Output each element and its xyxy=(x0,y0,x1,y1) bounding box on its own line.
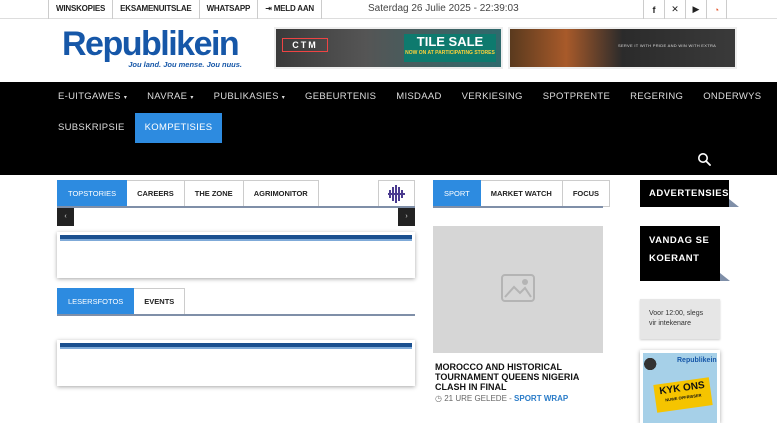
today-heading-line2: KOERANT xyxy=(649,253,700,264)
nav-item-onderwys[interactable]: ONDERWYS xyxy=(693,82,771,112)
promo-badge: KYK ONS NUWE OPFRISSER xyxy=(653,377,713,413)
date-time: Saterdag 26 Julie 2025 - 22:39:03 xyxy=(368,3,519,14)
ads-heading-text: ADVERTENSIES xyxy=(649,188,729,199)
ad-subline: NOW ON AT PARTICIPATING STORES xyxy=(405,50,495,56)
nav-item-e-uitgawes[interactable]: E-UITGAWES ▾ xyxy=(48,82,137,112)
ad-brand: CTM xyxy=(282,38,328,52)
main-nav: E-UITGAWES ▾ NAVRAE ▾ PUBLIKASIES ▾ GEBEURT… xyxy=(0,82,777,175)
tab-agrimonitor[interactable]: AGRIMONITOR xyxy=(243,180,319,207)
topstories-card[interactable] xyxy=(57,232,415,278)
banner-ad-ctm[interactable]: CTM TILE SALE NOW ON AT PARTICIPATING STO… xyxy=(276,29,501,67)
tab-the-zone[interactable]: THE ZONE xyxy=(184,180,244,207)
nav-item-misdaad[interactable]: MISDAAD xyxy=(386,82,451,112)
nav-row-2: SUBSKRIPSIE KOMPETISIES xyxy=(48,113,223,143)
nav-item-navrae[interactable]: NAVRAE ▾ xyxy=(137,82,203,112)
article-category[interactable]: SPORT WRAP xyxy=(514,394,568,403)
sport-tabs-underline xyxy=(433,206,603,208)
x-icon[interactable]: ✕ xyxy=(664,0,685,19)
ads-heading: ADVERTENSIES xyxy=(640,180,739,207)
card-header-bar xyxy=(60,343,412,349)
tab-events[interactable]: EVENTS xyxy=(134,288,186,315)
social-links: f ✕ ▶ ◔ xyxy=(643,0,727,19)
chevron-down-icon: ▾ xyxy=(281,95,286,101)
nav-label: NAVRAE xyxy=(147,91,188,102)
top-bar: WINSKOPIES EKSAMENUITSLAE WHATSAPP ⇥ MEL… xyxy=(0,0,777,19)
image-placeholder-icon xyxy=(501,274,535,302)
promo-splash xyxy=(640,353,667,375)
tabs-underline xyxy=(57,206,415,208)
tab-market-watch[interactable]: MARKET WATCH xyxy=(480,180,563,207)
nav-item-kompetisies[interactable]: KOMPETISIES xyxy=(134,113,223,143)
meta-separator: - xyxy=(506,394,515,403)
chevron-down-icon: ▾ xyxy=(190,95,194,101)
topstories-tabs: TOPSTORIES CAREERS THE ZONE AGRIMONITOR xyxy=(57,180,319,207)
top-link-winskopies[interactable]: WINSKOPIES xyxy=(48,0,112,19)
login-icon: ⇥ xyxy=(265,4,274,13)
ad2-text: SERVE IT WITH PRIDE AND WIN WITH EXTRA xyxy=(618,43,717,48)
readers-card[interactable] xyxy=(57,340,415,386)
heading-corner xyxy=(729,199,739,207)
promo-logo: Republikein xyxy=(677,357,717,364)
slider-next-button[interactable]: › xyxy=(398,208,415,226)
sport-tabs: SPORT MARKET WATCH FOCUS xyxy=(433,180,611,207)
nav-item-regering[interactable]: REGERING xyxy=(620,82,693,112)
newspaper-promo[interactable]: Republikein KYK ONS NUWE OPFRISSER xyxy=(640,350,720,423)
readers-tabs-underline xyxy=(57,314,415,316)
tab-lesersfotos[interactable]: LESERSFOTOS xyxy=(57,288,135,315)
top-link-whatsapp[interactable]: WHATSAPP xyxy=(198,0,258,19)
subscriber-notice: Voor 12:00, slegs vir intekenare xyxy=(640,299,720,339)
nav-item-verkiesing[interactable]: VERKIESING xyxy=(452,82,533,112)
nav-item-subskripsie[interactable]: SUBSKRIPSIE xyxy=(48,113,135,143)
promo-image: Republikein KYK ONS NUWE OPFRISSER xyxy=(640,353,717,423)
nav-item-spotprente[interactable]: SPOTPRENTE xyxy=(533,82,620,112)
nav-label: PUBLIKASIES xyxy=(213,91,279,102)
readers-tabs: LESERSFOTOS EVENTS xyxy=(57,288,186,315)
card-header-bar xyxy=(60,235,412,241)
clock-icon: ◷ xyxy=(435,394,442,403)
article-meta: ◷ 21 URE GELEDE - SPORT WRAP xyxy=(435,394,568,403)
today-newspaper-heading: VANDAG SE KOERANT xyxy=(640,226,730,281)
tab-careers[interactable]: CAREERS xyxy=(127,180,185,207)
article-headline[interactable]: MOROCCO AND HISTORICAL TOURNAMENT QUEENS… xyxy=(435,362,603,392)
ad-headline-text: TILE SALE xyxy=(416,34,484,49)
site-logo[interactable]: Republikein Jou land. Jou mense. Jou nuu… xyxy=(62,26,246,69)
youtube-icon[interactable]: ▶ xyxy=(685,0,706,19)
nav-item-gebeurtenis[interactable]: GEBEURTENIS xyxy=(295,82,386,112)
nav-row-1: E-UITGAWES ▾ NAVRAE ▾ PUBLIKASIES ▾ GEBEURT… xyxy=(48,82,771,112)
top-links: WINSKOPIES EKSAMENUITSLAE WHATSAPP ⇥ MEL… xyxy=(48,0,323,19)
facebook-icon[interactable]: f xyxy=(643,0,664,19)
slider-prev-button[interactable]: ‹ xyxy=(57,208,74,226)
heading-corner xyxy=(720,273,730,281)
top-link-eksamenuitslae[interactable]: EKSAMENUITSLAE xyxy=(112,0,198,19)
tab-focus[interactable]: FOCUS xyxy=(562,180,611,207)
article-image-placeholder[interactable] xyxy=(433,226,603,353)
top-link-meld-aan[interactable]: ⇥ MELD AAN xyxy=(257,0,323,19)
logo-name: Republikein xyxy=(62,25,240,63)
tab-sport[interactable]: SPORT xyxy=(433,180,481,207)
banner-ad-food[interactable]: SERVE IT WITH PRIDE AND WIN WITH EXTRA xyxy=(510,29,735,67)
today-heading-line1: VANDAG SE xyxy=(649,235,710,246)
article-time: 21 URE GELEDE xyxy=(444,394,507,403)
rss-icon[interactable]: ◔ xyxy=(706,0,727,19)
nav-item-publikasies[interactable]: PUBLIKASIES ▾ xyxy=(204,82,295,112)
ad-headline: TILE SALE NOW ON AT PARTICIPATING STORES xyxy=(404,34,496,62)
search-icon[interactable] xyxy=(697,152,711,166)
meld-aan-label: MELD AAN xyxy=(273,4,315,13)
tab-topstories[interactable]: TOPSTORIES xyxy=(57,180,128,207)
chevron-down-icon: ▾ xyxy=(123,95,128,101)
nav-label: E-UITGAWES xyxy=(58,91,121,102)
brand-hexagon-icon[interactable] xyxy=(378,180,415,207)
